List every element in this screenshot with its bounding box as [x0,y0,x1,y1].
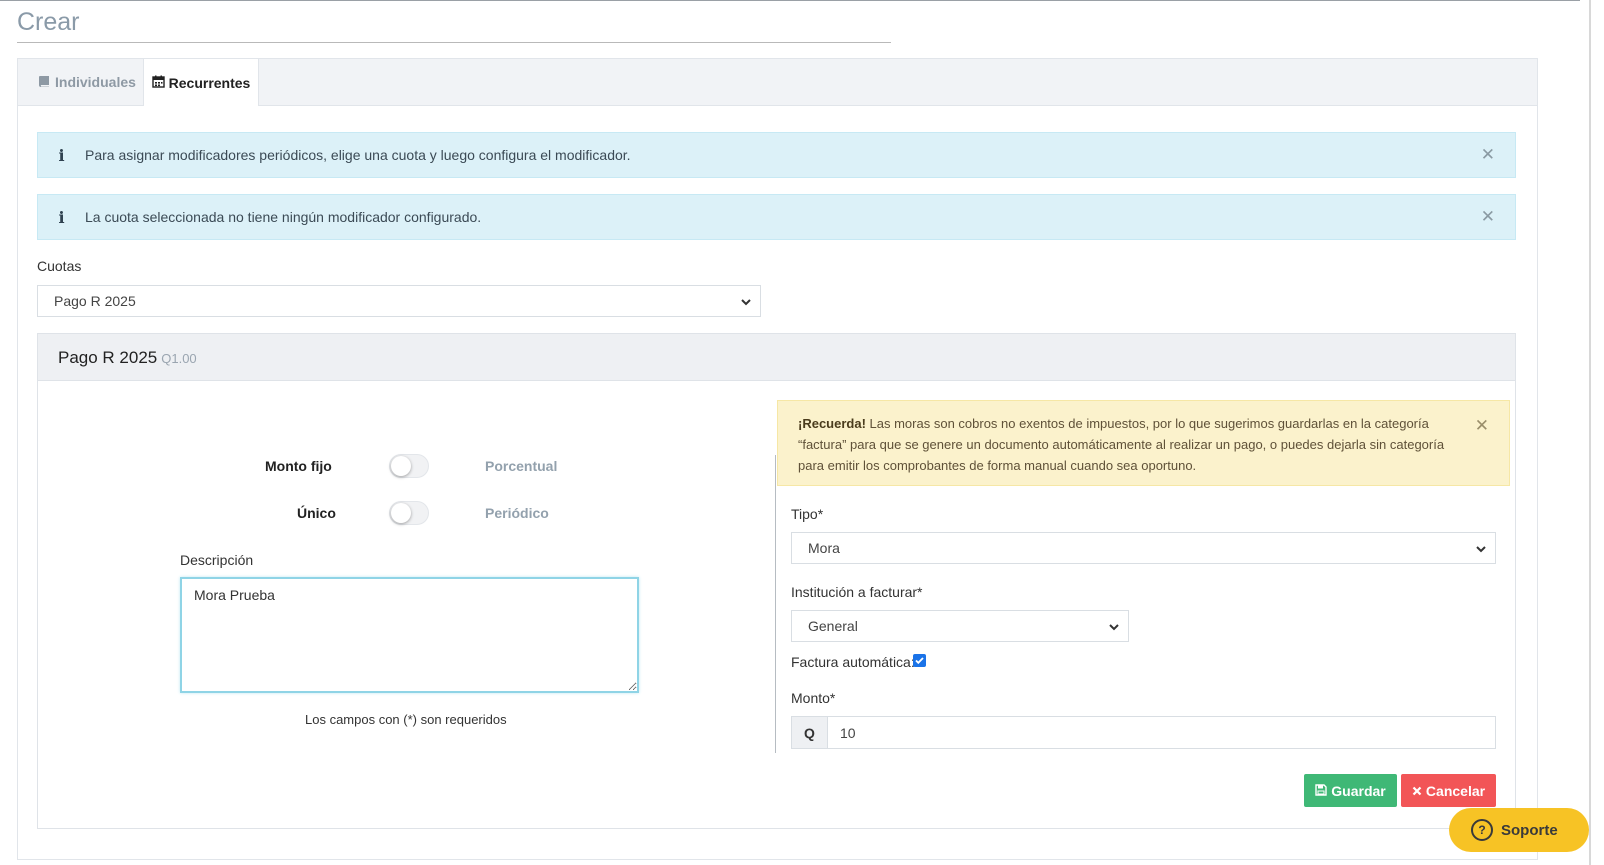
scrollbar-track [1589,0,1591,865]
info-icon: i [58,145,65,165]
cuotas-label: Cuotas [37,258,82,274]
page-title: Crear [17,8,80,36]
tab-individuales[interactable]: Individuales [38,59,136,105]
monto-input[interactable]: 10 [828,717,1495,748]
top-border [0,0,1580,1]
chevron-down-icon [740,295,752,311]
chevron-down-icon [1108,620,1120,636]
monto-input-group: Q 10 [791,716,1496,749]
tipo-selected: Mora [808,540,840,556]
close-icon[interactable]: ✕ [1481,207,1495,227]
toggle-knob [391,456,411,476]
close-icon[interactable]: ✕ [1481,145,1495,165]
factura-automatica-label: Factura automática: [791,654,915,670]
close-icon [1412,783,1426,799]
title-divider [17,42,891,43]
calendar-icon [151,75,169,91]
monto-label: Monto* [791,690,836,706]
currency-addon: Q [792,717,828,748]
tab-label: Recurrentes [168,74,251,91]
card-header: Pago R 2025 Q1.00 [38,334,1515,381]
tab-label: Individuales [55,74,136,90]
required-note: Los campos con (*) son requeridos [305,712,507,727]
save-button[interactable]: Guardar [1304,774,1397,807]
tab-bar: Individuales Recurrentes [18,59,1537,106]
cuotas-selected: Pago R 2025 [54,293,136,309]
unico-label: Único [297,505,336,521]
chevron-down-icon [1475,542,1487,558]
card-title-text: Pago R 2025 [58,348,158,367]
cancel-button[interactable]: Cancelar [1401,774,1496,807]
descripcion-label: Descripción [180,552,254,568]
column-divider [775,455,776,753]
tipo-label: Tipo* [791,506,824,522]
info-alert-periodic: i Para asignar modificadores periódicos,… [37,132,1516,178]
save-label: Guardar [1331,782,1386,799]
vertical-scrollbar[interactable] [1585,0,1604,865]
alert-text: Para asignar modificadores periódicos, e… [85,147,631,163]
warning-strong: ¡Recuerda! [798,416,866,431]
cancel-label: Cancelar [1425,782,1486,799]
monto-fijo-label: Monto fijo [265,458,332,474]
card-title: Pago R 2025 Q1.00 [58,348,197,368]
support-label: Soporte [1501,821,1558,839]
monto-type-toggle[interactable] [389,454,429,478]
book-icon [38,74,55,90]
tab-recurrentes[interactable]: Recurrentes [143,59,259,106]
info-icon: i [58,207,65,227]
institucion-label: Institución a facturar* [791,584,923,600]
institucion-selected: General [808,618,858,634]
info-alert-no-modifier: i La cuota seleccionada no tiene ningún … [37,194,1516,240]
card-amount: Q1.00 [161,351,197,366]
help-icon: ? [1471,819,1493,841]
warning-alert: ¡Recuerda! Las moras son cobros no exent… [777,400,1510,486]
tipo-select[interactable]: Mora [791,532,1496,564]
save-icon [1315,783,1331,799]
descripcion-textarea[interactable]: Mora Prueba [180,577,639,693]
toggle-knob [391,503,411,523]
factura-automatica-checkbox[interactable] [913,654,926,667]
institucion-select[interactable]: General [791,610,1129,642]
frequency-toggle[interactable] [389,501,429,525]
close-icon[interactable]: ✕ [1475,415,1489,436]
periodico-label: Periódico [485,505,549,521]
warning-text: Las moras son cobros no exentos de impue… [798,416,1445,473]
support-button[interactable]: ? Soporte [1449,808,1589,852]
alert-text: La cuota seleccionada no tiene ningún mo… [85,209,482,225]
cuotas-select[interactable]: Pago R 2025 [37,285,761,317]
porcentual-label: Porcentual [485,458,558,474]
